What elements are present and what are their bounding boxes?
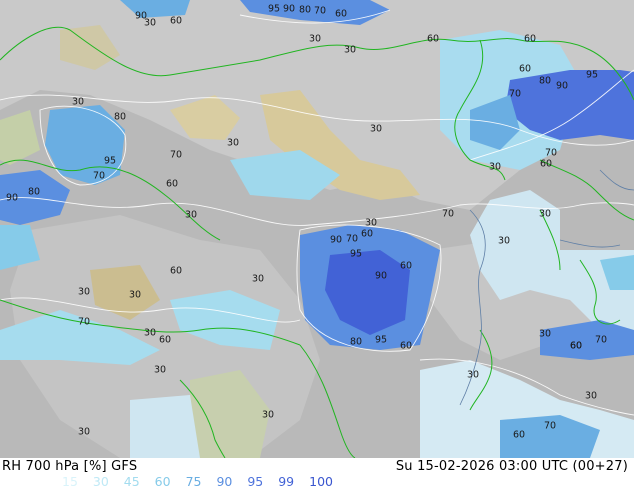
contour-label: 60 xyxy=(427,34,439,45)
contour-label: 80 xyxy=(299,5,311,16)
contour-label: 30 xyxy=(539,329,551,340)
contour-label: 30 xyxy=(344,45,356,56)
contour-label: 30 xyxy=(78,287,90,298)
contour-label: 80 xyxy=(28,187,40,198)
contour-label: 30 xyxy=(72,97,84,108)
product-label: RH 700 hPa [%] GFS xyxy=(2,459,138,474)
contour-label: 70 xyxy=(78,317,90,328)
scale-value-99: 99 xyxy=(278,474,295,489)
sea-bay xyxy=(130,395,200,458)
color-scale: 15 30 45 60 75 90 95 99 100 xyxy=(62,474,344,489)
contour-label: 70 xyxy=(314,6,326,17)
contour-label: 60 xyxy=(361,229,373,240)
contour-label: 30 xyxy=(262,410,274,421)
contour-label: 70 xyxy=(346,234,358,245)
scale-value-60: 60 xyxy=(154,474,171,489)
contour-label: 70 xyxy=(544,421,556,432)
contour-label: 90 xyxy=(283,4,295,15)
contour-label: 60 xyxy=(519,64,531,75)
contour-label: 95 xyxy=(268,4,280,15)
contour-label: 60 xyxy=(335,9,347,20)
contour-label: 90 xyxy=(556,81,568,92)
contour-label: 30 xyxy=(78,427,90,438)
scale-value-100: 100 xyxy=(309,474,333,489)
contour-label: 90 xyxy=(330,235,342,246)
scale-value-45: 45 xyxy=(123,474,140,489)
contour-label: 60 xyxy=(570,341,582,352)
contour-label: 30 xyxy=(370,124,382,135)
contour-label: 60 xyxy=(524,34,536,45)
contour-label: 60 xyxy=(400,261,412,272)
contour-label: 60 xyxy=(166,179,178,190)
contour-label: 60 xyxy=(159,335,171,346)
contour-label: 60 xyxy=(170,16,182,27)
contour-label: 60 xyxy=(400,341,412,352)
contour-label: 30 xyxy=(252,274,264,285)
scale-value-95: 95 xyxy=(247,474,264,489)
rh-map: 90 30 60 95 90 80 70 60 30 60 60 30 60 9… xyxy=(0,0,634,458)
contour-label: 30 xyxy=(144,18,156,29)
footer-bar: RH 700 hPa [%] GFS Su 15-02-2026 03:00 U… xyxy=(0,458,634,490)
contour-label: 30 xyxy=(144,328,156,339)
scale-value-15: 15 xyxy=(62,474,78,489)
contour-label: 90 xyxy=(6,193,18,204)
contour-label: 30 xyxy=(309,34,321,45)
contour-label: 70 xyxy=(170,150,182,161)
contour-label: 30 xyxy=(185,210,197,221)
contour-label: 95 xyxy=(104,156,116,167)
contour-label: 60 xyxy=(170,266,182,277)
valid-time: Su 15-02-2026 03:00 UTC (00+27) xyxy=(395,459,628,474)
scale-value-30: 30 xyxy=(92,474,109,489)
contour-label: 70 xyxy=(545,148,557,159)
contour-label: 30 xyxy=(365,218,377,229)
contour-label: 60 xyxy=(540,159,552,170)
contour-label: 60 xyxy=(513,430,525,441)
contour-label: 80 xyxy=(114,112,126,123)
contour-label: 70 xyxy=(595,335,607,346)
contour-label: 80 xyxy=(350,337,362,348)
contour-label: 95 xyxy=(375,335,387,346)
contour-label: 90 xyxy=(375,271,387,282)
contour-label: 30 xyxy=(129,290,141,301)
contour-label: 95 xyxy=(350,249,362,260)
contour-label: 70 xyxy=(509,89,521,100)
contour-label: 30 xyxy=(489,162,501,173)
contour-label: 30 xyxy=(539,209,551,220)
contour-label: 30 xyxy=(227,138,239,149)
contour-label: 30 xyxy=(467,370,479,381)
contour-label: 95 xyxy=(586,70,598,81)
contour-label: 30 xyxy=(498,236,510,247)
scale-value-75: 75 xyxy=(185,474,202,489)
scale-value-90: 90 xyxy=(216,474,233,489)
contour-label: 80 xyxy=(539,76,551,87)
contour-label: 70 xyxy=(442,209,454,220)
contour-label: 30 xyxy=(154,365,166,376)
contour-label: 70 xyxy=(93,171,105,182)
contour-label: 30 xyxy=(585,391,597,402)
